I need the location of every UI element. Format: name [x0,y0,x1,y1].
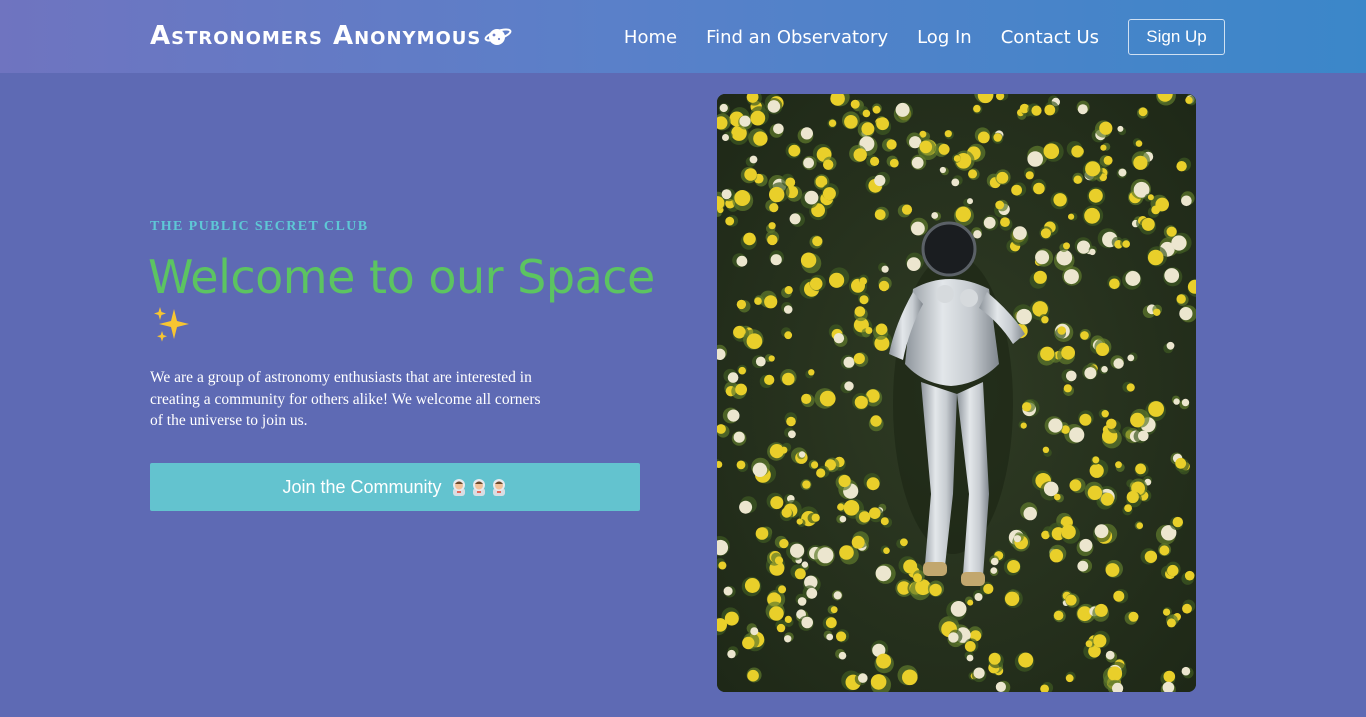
astronaut-icon [492,479,505,496]
nav-link-log-in[interactable]: Log In [917,27,972,48]
sparkles-icon [150,303,194,347]
logo-text: Astronomers Anonymous [150,21,482,51]
hero-eyebrow: The Public Secret Club [150,219,369,234]
astronaut-emoji-group [450,478,508,496]
hero-title: Welcome to our Space [148,250,655,304]
main-nav: Home Find an Observatory Log In Contact … [624,19,1225,55]
sign-up-button[interactable]: Sign Up [1128,19,1225,55]
cta-label: Join the Community [282,476,442,497]
hero-photo-astronaut-in-flowers [717,94,1196,692]
join-community-button[interactable]: Join the Community [150,463,640,511]
site-header: Astronomers Anonymous Home Find an Obser… [0,0,1366,73]
site-logo[interactable]: Astronomers Anonymous [150,19,513,53]
nav-link-find-observatory[interactable]: Find an Observatory [706,27,888,48]
nav-link-home[interactable]: Home [624,27,677,48]
nav-link-contact-us[interactable]: Contact Us [1001,27,1099,48]
hero-description: We are a group of astronomy enthusiasts … [150,369,541,429]
astronaut-icon [452,479,465,496]
astronaut-icon [472,479,485,496]
planet-icon [483,21,513,51]
